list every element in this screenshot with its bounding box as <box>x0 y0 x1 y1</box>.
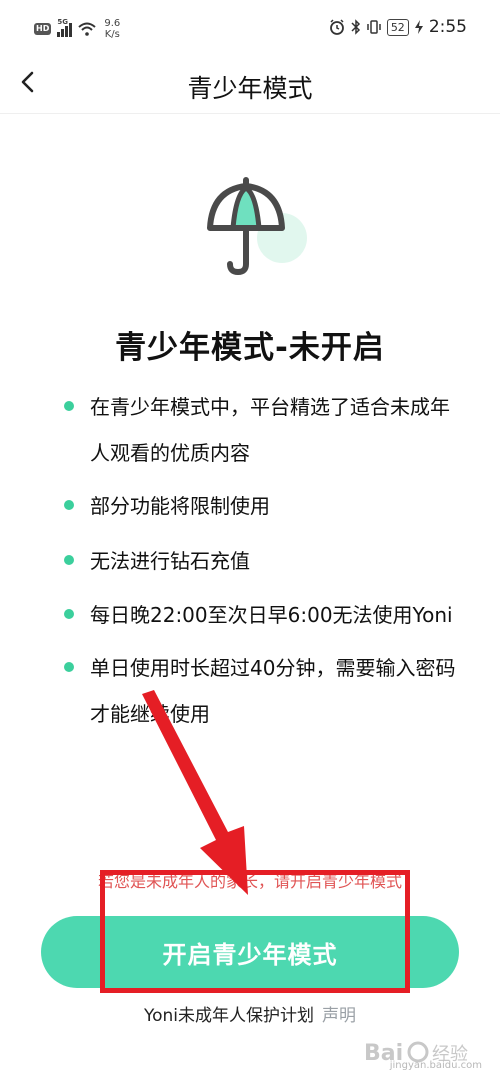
bullet-dot <box>64 401 74 411</box>
watermark-url: jingyan.baidu.com <box>389 1060 482 1071</box>
list-item: 单日使用时长超过40分钟，需要输入密码才能继续使用 <box>64 645 464 737</box>
umbrella-icon <box>207 177 307 276</box>
page-title: 青少年模式 <box>187 74 313 103</box>
declaration-link[interactable]: 声明 <box>322 1006 356 1026</box>
annotation-arrow-icon <box>142 690 248 895</box>
wifi-icon <box>78 22 97 36</box>
hd-badge: HD <box>34 23 52 35</box>
status-left: HD 5G 9.6 K/s <box>34 18 120 40</box>
list-item: 无法进行钻石充值 <box>64 538 464 584</box>
charging-icon <box>414 20 423 34</box>
mode-status-title: 青少年模式-未开启 <box>115 330 385 366</box>
battery-level: 52 <box>386 18 409 36</box>
list-item: 在青少年模式中，平台精选了适合未成年人观看的优质内容 <box>64 384 464 476</box>
protection-plan-link[interactable]: Yoni未成年人保护计划 <box>144 1006 314 1026</box>
status-right: 52 2:55 <box>329 17 467 37</box>
status-bar: HD 5G 9.6 K/s 52 2:55 <box>0 0 500 58</box>
bullet-dot <box>64 609 74 619</box>
feature-text: 在青少年模式中，平台精选了适合未成年人观看的优质内容 <box>90 395 450 465</box>
bullet-dot <box>64 555 74 565</box>
bullet-dot <box>64 662 74 672</box>
list-item: 部分功能将限制使用 <box>64 483 464 529</box>
bullet-dot <box>64 500 74 510</box>
vibrate-icon <box>367 20 381 34</box>
bluetooth-icon <box>351 19 360 35</box>
feature-text: 部分功能将限制使用 <box>90 494 270 518</box>
network-speed: 9.6 K/s <box>104 18 120 40</box>
speed-unit: K/s <box>104 29 120 40</box>
alarm-icon <box>329 19 344 35</box>
list-item: 每日晚22:00至次日早6:00无法使用Yoni <box>64 592 464 638</box>
navigation-bar: 青少年模式 <box>0 58 500 114</box>
clock-time: 2:55 <box>428 17 467 37</box>
feature-text: 无法进行钻石充值 <box>90 549 250 573</box>
baidu-jingyan-watermark-logo: Bai 经验 <box>364 1041 468 1066</box>
footer-links: Yoni未成年人保护计划 声明 <box>0 1001 500 1026</box>
cellular-signal-icon: 5G <box>57 18 73 37</box>
network-type: 5G <box>57 18 68 26</box>
feature-text: 每日晚22:00至次日早6:00无法使用Yoni <box>90 603 453 627</box>
feature-list: 在青少年模式中，平台精选了适合未成年人观看的优质内容 部分功能将限制使用 无法进… <box>64 384 464 737</box>
speed-value: 9.6 <box>104 18 121 29</box>
